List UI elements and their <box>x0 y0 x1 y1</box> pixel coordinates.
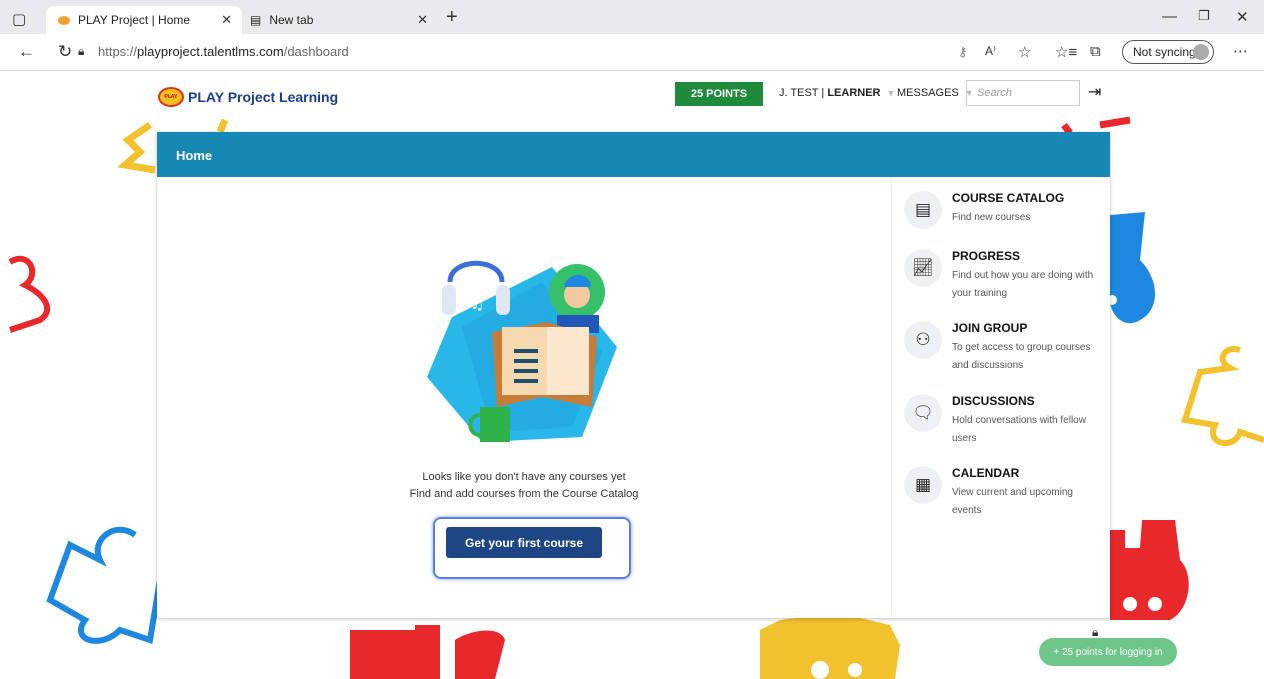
tab-actions-icon[interactable]: ▢ <box>12 10 26 28</box>
minimize-icon[interactable]: — <box>1162 8 1177 25</box>
more-menu-icon[interactable]: ⋯ <box>1233 42 1248 60</box>
user-role: LEARNER <box>827 87 881 99</box>
points-badge[interactable]: 25 POINTS <box>675 82 763 106</box>
tab-title: New tab <box>269 13 314 27</box>
restore-icon[interactable]: ❐ <box>1198 8 1210 24</box>
site-logo[interactable]: PLAY PLAY Project Learning <box>158 87 338 107</box>
logout-icon[interactable]: ⇥ <box>1088 82 1101 102</box>
new-tab-favicon-icon: ▤ <box>250 13 262 27</box>
user-name: J. TEST <box>779 87 819 99</box>
get-first-course-button[interactable]: Get your first course <box>446 527 602 558</box>
refresh-icon[interactable]: ↻ <box>58 42 72 62</box>
sidebar-item-desc: Find new courses <box>952 212 1031 223</box>
sidebar-item-desc: To get access to group courses and discu… <box>952 342 1091 371</box>
chat-icon: 🗨︎ <box>904 394 942 432</box>
progress-icon: 📈︎ <box>904 249 942 287</box>
profile-avatar <box>1193 44 1209 60</box>
quick-links-sidebar: ▤ COURSE CATALOG Find new courses 📈︎ PRO… <box>891 177 1111 618</box>
empty-courses-illustration: ♫ <box>427 260 617 442</box>
calendar-icon: ▦ <box>904 466 942 504</box>
empty-state-hint: Find and add courses from the Course Cat… <box>409 488 639 500</box>
sidebar-item-title: PROGRESS <box>952 249 1021 263</box>
key-icon[interactable]: ⚷ <box>958 44 968 60</box>
site-favicon-icon <box>58 15 70 25</box>
new-tab-plus-icon[interactable]: + <box>446 6 458 29</box>
empty-state-message: Looks like you don't have any courses ye… <box>422 471 626 483</box>
search-input[interactable]: Search <box>966 80 1080 106</box>
page-title: Home <box>176 148 213 163</box>
chevron-down-icon: ▼ <box>886 88 896 98</box>
logo-mark-icon: PLAY <box>158 87 184 107</box>
sidebar-item-title: COURSE CATALOG <box>952 191 1065 205</box>
url-host: playproject.talentlms.com <box>137 44 284 59</box>
sidebar-item-title: CALENDAR <box>952 466 1020 480</box>
group-icon: ⚇ <box>904 321 942 359</box>
profile-sync-button[interactable]: Not syncing <box>1122 40 1214 64</box>
lock-icon[interactable]: 🔒︎ <box>78 44 84 59</box>
messages-menu[interactable]: MESSAGES ▼ <box>897 87 974 99</box>
svg-text:♫: ♫ <box>470 294 484 313</box>
sidebar-item-title: JOIN GROUP <box>952 321 1028 335</box>
close-tab-icon[interactable]: ✕ <box>221 12 232 28</box>
favorites-list-icon[interactable]: ☆≡ <box>1055 43 1077 61</box>
book-icon: ▤ <box>904 191 942 229</box>
sidebar-item-desc: Find out how you are doing with your tra… <box>952 270 1094 299</box>
logo-text: PLAY Project Learning <box>188 89 339 105</box>
sidebar-item-title: DISCUSSIONS <box>952 394 1035 408</box>
messages-label: MESSAGES <box>897 87 959 99</box>
url-path: /dashboard <box>283 44 349 59</box>
close-tab-icon[interactable]: ✕ <box>417 12 428 28</box>
home-panel: Home ♫ Looks like you don't have any cou… <box>157 132 1110 618</box>
panel-header: Home <box>157 132 1110 177</box>
close-window-icon[interactable]: ✕ <box>1236 8 1249 26</box>
url-scheme: https:// <box>98 44 138 59</box>
tab-title: PLAY Project | Home <box>78 13 191 27</box>
tab-new-tab[interactable]: ▤ New tab ✕ <box>242 6 438 34</box>
url-field[interactable]: https://playproject.talentlms.com/dashbo… <box>98 44 349 59</box>
sidebar-item-desc: Hold conversations with fellow users <box>952 415 1086 444</box>
user-menu[interactable]: J. TEST | LEARNER ▼ <box>779 87 895 99</box>
read-aloud-icon[interactable]: A⁾ <box>985 44 996 58</box>
points-toast: + 25 points for logging in <box>1039 638 1177 666</box>
collections-icon[interactable]: ⧉ <box>1090 43 1101 60</box>
back-arrow-icon[interactable]: ← <box>18 42 35 62</box>
sync-label: Not syncing <box>1133 45 1196 59</box>
favorite-star-icon[interactable]: ☆ <box>1018 43 1031 61</box>
tab-play-project-home[interactable]: PLAY Project | Home ✕ <box>46 6 242 34</box>
sidebar-item-desc: View current and upcoming events <box>952 487 1073 516</box>
